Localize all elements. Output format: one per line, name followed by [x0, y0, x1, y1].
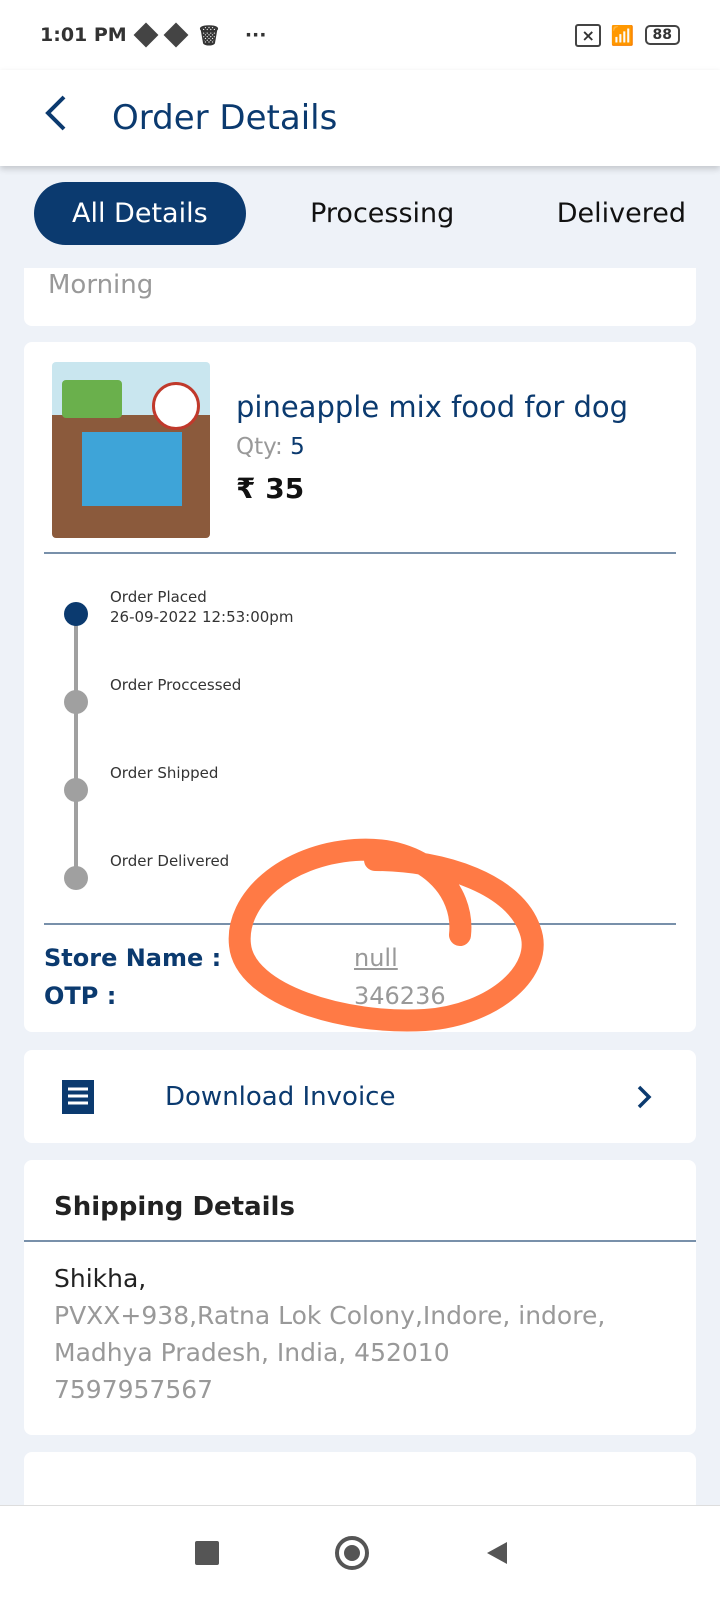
qty-label: Qty: — [236, 434, 283, 460]
timeline-label: Order Delivered — [110, 852, 230, 870]
receipt-icon — [62, 1080, 94, 1114]
back-button[interactable] — [40, 93, 100, 143]
store-name-label: Store Name : — [44, 944, 222, 972]
otp-label: OTP : — [44, 982, 117, 1010]
app-bar: Order Details — [0, 70, 720, 166]
timeline-dot-done — [64, 602, 88, 626]
annotation-circle — [228, 838, 544, 1032]
timeline-label: Order Proccessed — [110, 676, 242, 694]
time-slot-text: Morning — [48, 270, 154, 300]
timeline-label: Order Shipped — [110, 764, 219, 782]
no-sim-icon: × — [575, 23, 601, 47]
trash-icon: 🗑 — [196, 24, 221, 47]
recents-button[interactable] — [195, 1541, 219, 1565]
page-title: Order Details — [112, 98, 338, 138]
more-icon: ··· — [244, 24, 267, 46]
timeline-label: Order Placed — [110, 588, 207, 606]
tab-delivered[interactable]: Delivered — [519, 182, 686, 245]
tab-processing[interactable]: Processing — [272, 182, 492, 245]
download-invoice-label: Download Invoice — [165, 1082, 396, 1112]
next-card — [24, 1452, 696, 1512]
divider — [24, 1240, 696, 1242]
system-nav-bar — [0, 1505, 720, 1600]
back-nav-button[interactable] — [485, 1540, 509, 1566]
battery-icon: 88 — [644, 25, 680, 45]
download-icon — [163, 22, 189, 48]
status-time: 1:01 PM — [40, 24, 127, 46]
qty-value: 5 — [290, 434, 305, 460]
chevron-right-icon — [637, 1085, 652, 1109]
tab-all-details[interactable]: All Details — [34, 182, 246, 245]
previous-card: Morning — [24, 268, 696, 326]
wifi-icon: 📶 — [610, 24, 635, 47]
timeline-dot — [64, 866, 88, 890]
divider — [44, 552, 676, 554]
address-line: PVXX+938,Ratna Lok Colony,Indore, indore… — [54, 1301, 606, 1330]
recipient-name: Shikha, — [54, 1264, 147, 1293]
home-button[interactable] — [335, 1536, 369, 1570]
timeline-date: 26-09-2022 12:53:00pm — [110, 608, 294, 626]
phone-number: 7597957567 — [54, 1375, 214, 1404]
download-icon — [133, 22, 159, 48]
address-line: Madhya Pradesh, India, 452010 — [54, 1338, 450, 1367]
shipping-title: Shipping Details — [54, 1192, 295, 1222]
shipping-details-card: Shipping Details Shikha, PVXX+938,Ratna … — [24, 1160, 696, 1435]
timeline-dot — [64, 690, 88, 714]
product-image — [52, 362, 210, 538]
timeline-dot — [64, 778, 88, 802]
status-bar: 1:01 PM 🗑 ··· × 📶 88 — [0, 0, 720, 70]
product-name: pineapple mix food for dog — [236, 390, 629, 424]
tab-bar: All Details Processing Delivered — [34, 182, 686, 245]
download-invoice-button[interactable]: Download Invoice — [24, 1050, 696, 1143]
product-price: ₹ 35 — [236, 472, 305, 505]
